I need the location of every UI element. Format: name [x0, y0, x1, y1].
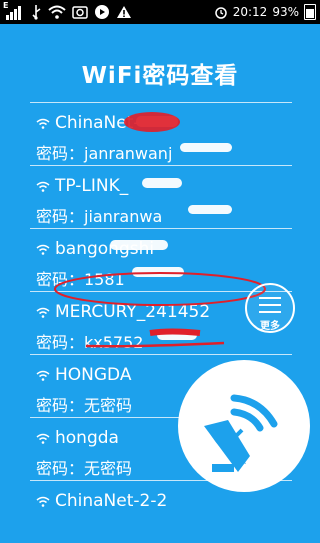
network-password: 密码：1581 — [36, 270, 125, 289]
wifi-signal-icon — [36, 181, 50, 192]
network-password: 密码：kx5752 — [36, 333, 144, 352]
menu-icon — [259, 297, 281, 318]
redaction-mark — [110, 240, 168, 250]
network-ssid: ChinaNet- — [55, 113, 140, 133]
wifi-signal-icon — [36, 496, 50, 507]
wifi-signal-icon — [36, 118, 50, 129]
wifi-signal-icon — [36, 370, 50, 381]
signal-icon: E — [3, 1, 24, 20]
battery-icon — [304, 4, 316, 20]
list-item[interactable]: ChinaNet- 密码：janranwanj — [30, 103, 292, 165]
network-ssid: ChinaNet-2-2 — [55, 491, 168, 511]
redaction-mark — [136, 116, 178, 127]
network-password: 密码：无密码 — [36, 396, 133, 415]
battery-percent: 93% — [272, 5, 299, 19]
network-ssid: HONGDA — [55, 365, 132, 385]
status-bar: E 20:12 93% — [0, 0, 320, 24]
satellite-dish-icon — [204, 394, 278, 472]
network-password: 密码：无密码 — [36, 459, 133, 478]
redaction-mark — [180, 143, 232, 152]
screenshot-icon — [72, 6, 88, 19]
redaction-mark — [132, 267, 184, 277]
wifi-icon — [48, 5, 66, 19]
list-item[interactable]: bangongshi 密码：1581 — [30, 229, 292, 291]
more-button[interactable]: 更多 — [245, 283, 295, 333]
alarm-icon — [214, 7, 227, 19]
page-title: WiFi密码查看 — [81, 63, 239, 89]
wifi-signal-icon — [36, 433, 50, 444]
network-type-badge: E — [3, 1, 9, 10]
network-ssid: TP-LINK_ — [55, 176, 129, 196]
wifi-signal-icon — [36, 307, 50, 318]
clock: 20:12 — [232, 5, 268, 19]
app-notification-icon — [95, 5, 109, 19]
network-password: 密码：janranwanj — [36, 144, 173, 163]
scan-wifi-button[interactable] — [178, 360, 310, 492]
network-ssid: hongda — [55, 428, 119, 448]
redaction-mark — [142, 178, 182, 188]
more-button-label: 更多 — [260, 321, 280, 332]
network-ssid: MERCURY_241452 — [55, 302, 211, 322]
wifi-signal-icon — [36, 244, 50, 255]
warning-icon — [117, 6, 131, 18]
redaction-mark — [188, 205, 232, 214]
network-password: 密码：jianranwa — [36, 207, 163, 226]
redaction-mark — [157, 330, 197, 340]
usb-icon — [32, 5, 41, 20]
list-item[interactable]: TP-LINK_ 密码：jianranwa — [30, 166, 292, 228]
